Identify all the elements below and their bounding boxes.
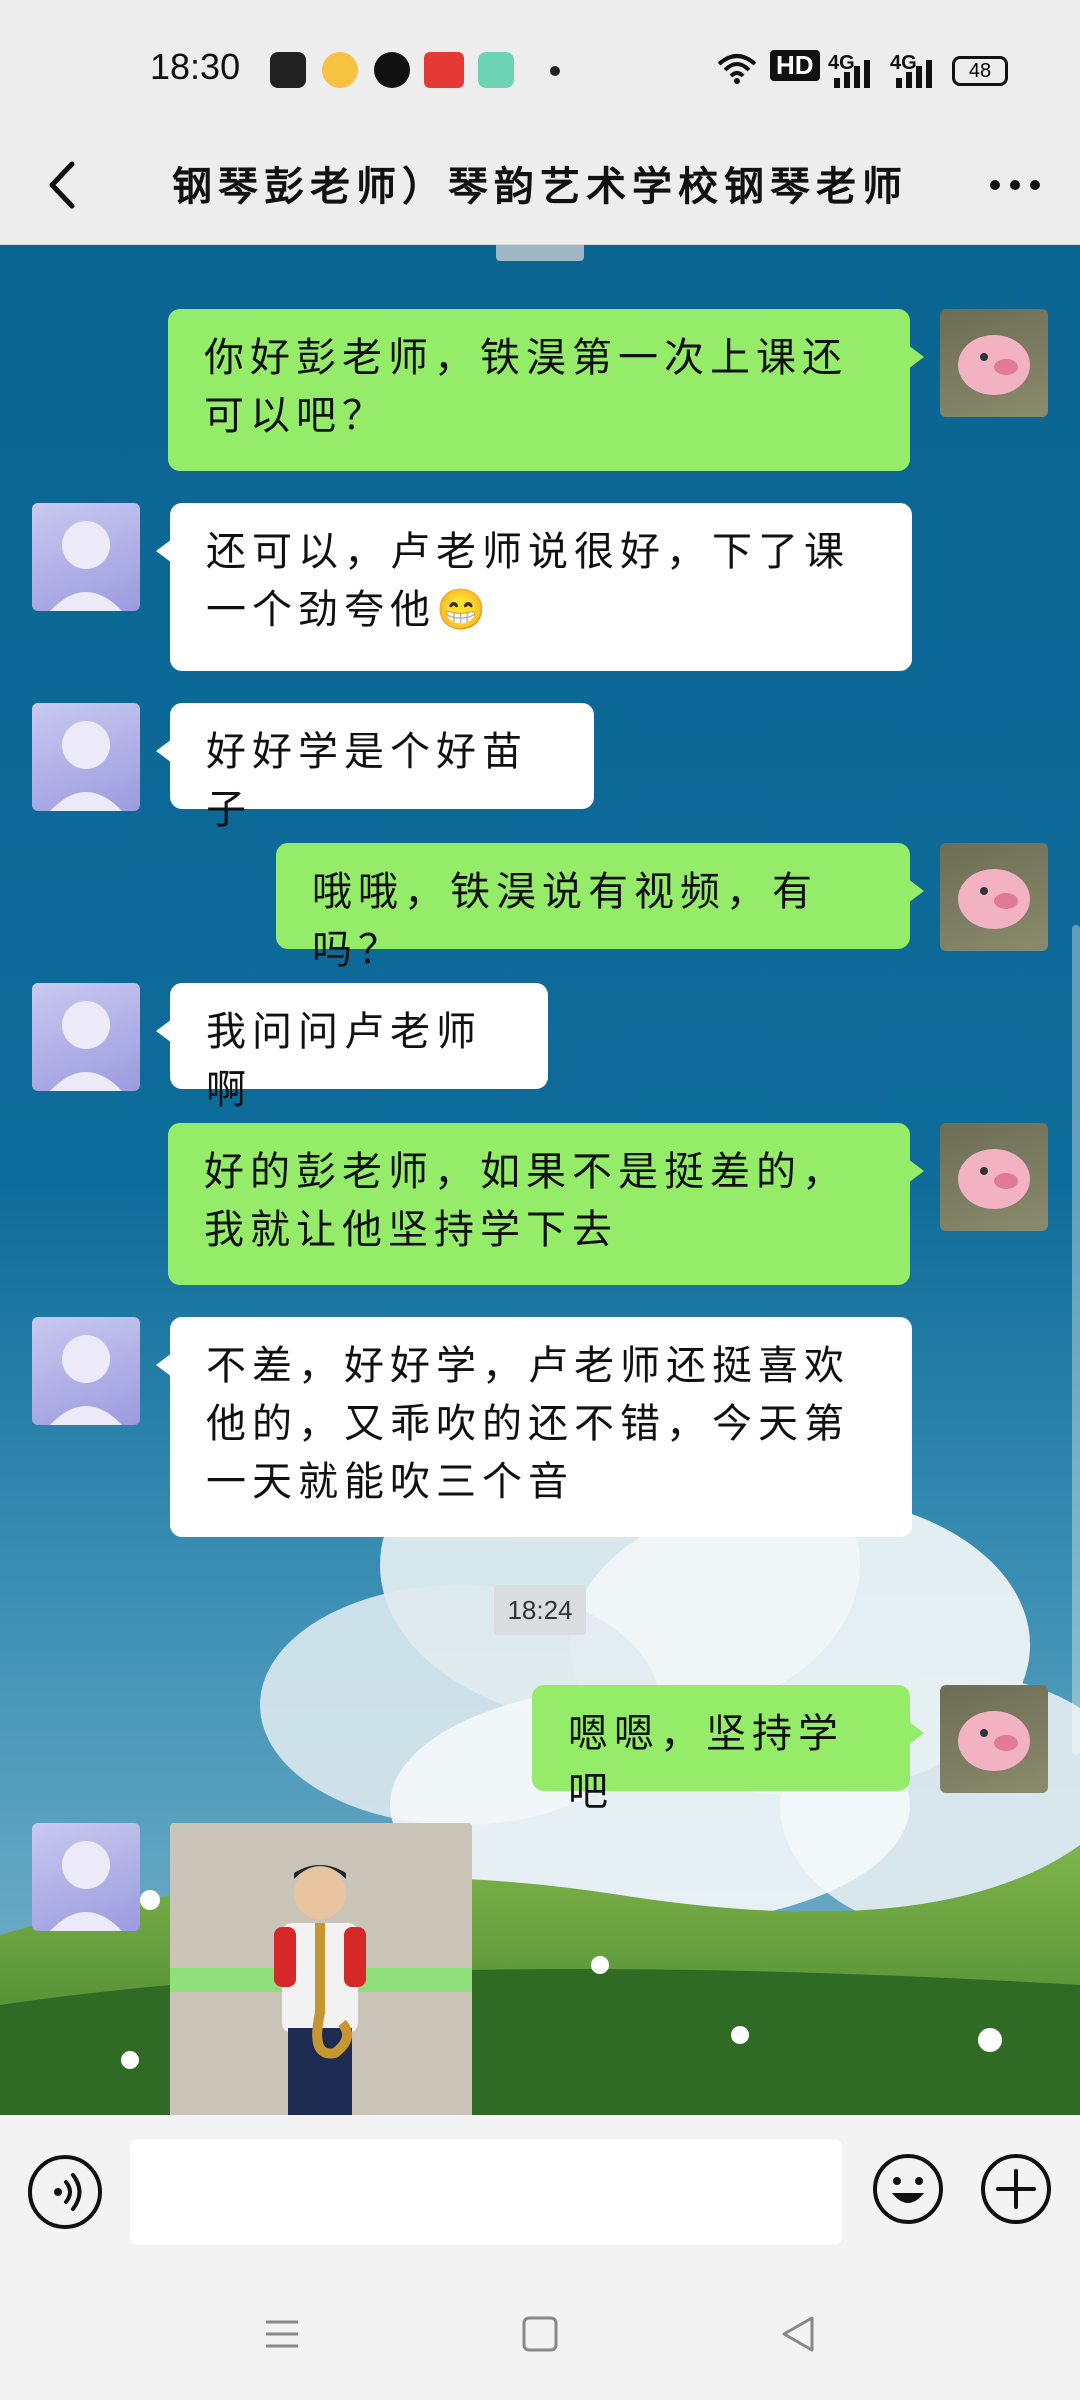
pig-avatar-icon xyxy=(958,1149,1030,1209)
avatar-self[interactable] xyxy=(940,1685,1048,1793)
girl-avatar-icon xyxy=(50,521,122,611)
menu-icon[interactable] xyxy=(258,2310,306,2358)
timestamp-partial xyxy=(496,245,584,261)
status-bar: 18:30 HD 4G 4G 48 xyxy=(0,0,1080,130)
message-bubble-received[interactable]: 还可以，卢老师说很好，下了课一个劲夸他😁 xyxy=(156,503,912,671)
weibo-icon xyxy=(322,52,358,88)
battery-level: 48 xyxy=(968,60,992,82)
message-bubble-sent[interactable]: 好的彭老师，如果不是挺差的，我就让他坚持学下去 xyxy=(168,1123,924,1285)
girl-avatar-icon xyxy=(50,1335,122,1425)
more-dots-icon[interactable] xyxy=(980,150,1050,220)
voice-wave-icon xyxy=(54,2173,82,2211)
scrollbar[interactable] xyxy=(1072,925,1080,1755)
system-nav-bar xyxy=(0,2265,1080,2400)
avatar-contact[interactable] xyxy=(32,503,140,611)
chat-header: 钢琴彭老师）琴韵艺术学校钢琴老师 xyxy=(0,130,1080,245)
avatar-contact[interactable] xyxy=(32,1317,140,1425)
voice-icon[interactable] xyxy=(28,2155,102,2229)
message-bubble-received[interactable]: 好好学是个好苗子 xyxy=(156,703,594,833)
pig-avatar-icon xyxy=(958,869,1030,929)
avatar-self[interactable] xyxy=(940,843,1048,951)
girl-avatar-icon xyxy=(50,1841,122,1931)
green-app-icon xyxy=(478,52,514,88)
signal-icon-1 xyxy=(834,60,870,88)
chevron-left-icon[interactable] xyxy=(30,150,100,220)
paw-icon xyxy=(270,52,306,88)
plus-icon[interactable] xyxy=(978,2151,1054,2227)
message-bubble-sent[interactable]: 哦哦，铁淏说有视频，有吗？ xyxy=(276,843,924,973)
photo-message[interactable] xyxy=(170,1823,472,2115)
q-icon xyxy=(374,52,410,88)
girl-avatar-icon xyxy=(50,1001,122,1091)
home-square-icon[interactable] xyxy=(516,2310,564,2358)
message-input[interactable] xyxy=(130,2139,842,2245)
avatar-self[interactable] xyxy=(940,309,1048,417)
wifi-icon xyxy=(717,54,757,84)
emoji-icon[interactable] xyxy=(870,2151,946,2227)
message-bubble-sent[interactable]: 你好彭老师，铁淏第一次上课还可以吧？ xyxy=(168,309,924,471)
avatar-contact[interactable] xyxy=(32,703,140,811)
input-bar xyxy=(0,2115,1080,2265)
back-triangle-icon[interactable] xyxy=(774,2310,822,2358)
pig-avatar-icon xyxy=(958,1711,1030,1771)
hd-badge: HD xyxy=(770,50,820,81)
toutiao-icon xyxy=(424,52,464,88)
avatar-contact[interactable] xyxy=(32,983,140,1091)
chat-area[interactable]: 你好彭老师，铁淏第一次上课还可以吧？ 还可以，卢老师说很好，下了课一个劲夸他😁 … xyxy=(0,245,1080,2115)
message-timestamp: 18:24 xyxy=(494,1585,586,1635)
notification-dot-icon xyxy=(550,66,560,76)
chat-title: 钢琴彭老师）琴韵艺术学校钢琴老师 xyxy=(172,163,908,210)
girl-avatar-icon xyxy=(50,721,122,811)
message-bubble-received[interactable]: 不差，好好学，卢老师还挺喜欢他的，又乖吹的还不错，今天第一天就能吹三个音 xyxy=(156,1317,912,1537)
battery-icon: 48 xyxy=(952,56,1008,86)
avatar-self[interactable] xyxy=(940,1123,1048,1231)
message-bubble-sent[interactable]: 嗯嗯，坚持学吧 xyxy=(532,1685,924,1815)
signal-icon-2 xyxy=(896,60,932,88)
status-time: 18:30 xyxy=(150,46,241,87)
pig-avatar-icon xyxy=(958,335,1030,395)
avatar-contact[interactable] xyxy=(32,1823,140,1931)
photo-icon xyxy=(170,1823,472,2115)
message-bubble-received[interactable]: 我问问卢老师啊 xyxy=(156,983,548,1113)
